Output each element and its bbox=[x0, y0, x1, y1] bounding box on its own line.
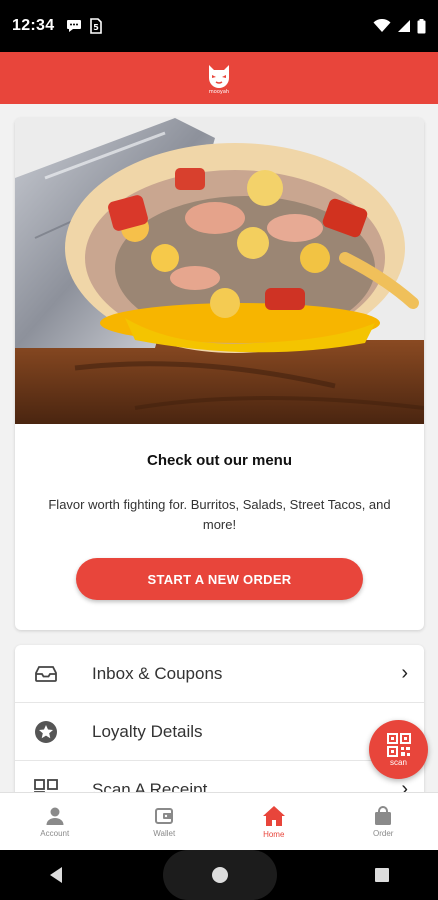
status-left-icons: 5 bbox=[66, 18, 103, 34]
chevron-right-icon: › bbox=[401, 662, 408, 684]
status-right-icons bbox=[373, 18, 426, 34]
battery-icon bbox=[417, 18, 426, 33]
qr-code-icon bbox=[386, 732, 411, 757]
nav-item-home[interactable]: Home bbox=[219, 793, 329, 850]
wallet-icon bbox=[155, 807, 174, 824]
nav-label: Home bbox=[263, 829, 285, 839]
logo-text: mooyah bbox=[209, 89, 229, 94]
home-circle-icon bbox=[211, 867, 228, 883]
scan-fab-button[interactable]: scan bbox=[369, 720, 428, 779]
menu-card: Check out our menu Flavor worth fighting… bbox=[15, 118, 424, 630]
burrito-hero-image bbox=[15, 118, 424, 424]
scan-fab-label: scan bbox=[390, 757, 407, 767]
chevron-right-icon: › bbox=[401, 778, 408, 792]
home-icon bbox=[262, 805, 285, 826]
list-item-scan-receipt[interactable]: Scan A Receipt › bbox=[15, 761, 424, 792]
system-home-button[interactable] bbox=[162, 850, 277, 900]
system-nav-bar bbox=[0, 850, 438, 900]
nav-item-account[interactable]: Account bbox=[0, 793, 110, 850]
cat-logo-icon: mooyah bbox=[209, 65, 229, 94]
list-item-label: Inbox & Coupons bbox=[92, 663, 223, 683]
list-item-label: Loyalty Details bbox=[92, 721, 203, 741]
account-links-list: Inbox & Coupons › Loyalty Details › Scan… bbox=[15, 645, 424, 792]
person-icon bbox=[46, 807, 64, 825]
status-bar: 12:34 5 bbox=[0, 0, 438, 52]
receipt-scan-icon bbox=[33, 777, 59, 792]
bottom-nav: Account Wallet Home Order bbox=[0, 792, 438, 850]
list-item-loyalty-details[interactable]: Loyalty Details › bbox=[15, 703, 424, 761]
nav-label: Wallet bbox=[153, 828, 176, 838]
nav-item-wallet[interactable]: Wallet bbox=[110, 793, 220, 850]
star-badge-icon bbox=[33, 719, 59, 745]
sim-icon: 5 bbox=[90, 18, 103, 34]
svg-text:5: 5 bbox=[94, 23, 100, 32]
app-header: mooyah bbox=[0, 52, 438, 104]
list-item-inbox-coupons[interactable]: Inbox & Coupons › bbox=[15, 645, 424, 703]
inbox-icon bbox=[33, 661, 59, 687]
nav-item-order[interactable]: Order bbox=[329, 793, 438, 850]
status-time: 12:34 bbox=[12, 17, 55, 34]
shopping-bag-icon bbox=[375, 805, 392, 825]
nav-label: Order bbox=[373, 828, 394, 838]
signal-icon bbox=[398, 20, 410, 32]
start-new-order-button[interactable]: START A NEW ORDER bbox=[76, 558, 363, 600]
back-triangle-icon[interactable] bbox=[48, 866, 66, 884]
wifi-icon bbox=[373, 19, 391, 32]
menu-card-description: Flavor worth fighting for. Burritos, Sal… bbox=[48, 497, 391, 532]
chat-bubble-icon bbox=[67, 20, 82, 32]
menu-card-title: Check out our menu bbox=[146, 452, 292, 469]
recents-square-icon[interactable] bbox=[374, 867, 390, 883]
home-content[interactable]: Check out our menu Flavor worth fighting… bbox=[0, 104, 438, 792]
nav-label: Account bbox=[40, 828, 70, 838]
list-item-label: Scan A Receipt bbox=[92, 779, 208, 793]
